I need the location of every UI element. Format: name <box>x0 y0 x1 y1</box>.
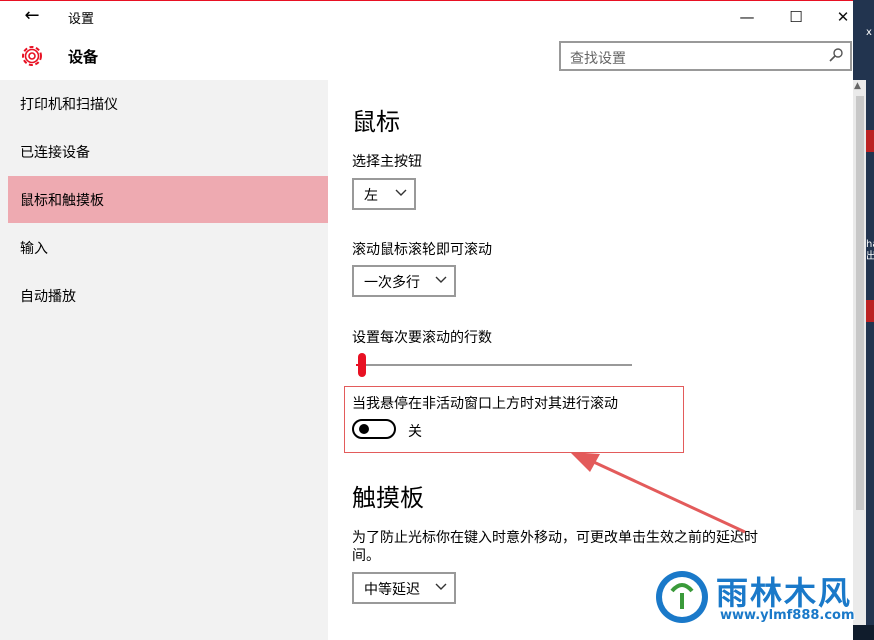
sidebar-item-printers[interactable]: 打印机和扫描仪 <box>8 80 328 127</box>
maximize-button[interactable]: ☐ <box>773 1 819 33</box>
dropdown-value: 左 <box>364 188 378 204</box>
wheel-scroll-dropdown[interactable]: 一次多行 <box>352 265 456 297</box>
settings-window: ← 设置 — ☐ ✕ 设备 查找设置 打印机和扫描仪 已连接设备 鼠标和触摸板 … <box>0 0 853 640</box>
search-placeholder: 查找设置 <box>570 51 626 67</box>
desktop-label: 出 <box>866 251 874 262</box>
search-icon[interactable] <box>828 47 844 63</box>
touchpad-delay-description-cont: 间。 <box>352 548 380 564</box>
lines-slider-track[interactable] <box>356 364 632 366</box>
sidebar-item-label: 已连接设备 <box>20 145 90 161</box>
scrollbar-thumb[interactable] <box>856 96 864 510</box>
lines-per-scroll-label: 设置每次要滚动的行数 <box>352 330 492 346</box>
dropdown-value: 一次多行 <box>364 275 420 291</box>
sidebar-item-label: 鼠标和触摸板 <box>20 193 104 209</box>
sidebar-item-label: 自动播放 <box>20 289 76 305</box>
title-bar: ← 设置 — ☐ ✕ <box>0 0 853 32</box>
sidebar-item-autoplay[interactable]: 自动播放 <box>8 272 328 319</box>
minimize-button[interactable]: — <box>724 1 770 33</box>
wheel-scroll-label: 滚动鼠标滚轮即可滚动 <box>352 242 492 258</box>
touchpad-delay-dropdown[interactable]: 中等延迟 <box>352 572 456 604</box>
watermark: 雨林木风 www.ylmf888.com <box>654 566 874 630</box>
primary-button-dropdown[interactable]: 左 <box>352 178 416 210</box>
sidebar-item-label: 打印机和扫描仪 <box>20 97 118 113</box>
gear-icon <box>22 46 42 66</box>
dropdown-value: 中等延迟 <box>364 582 420 598</box>
lines-slider-thumb[interactable] <box>357 353 366 377</box>
watermark-logo-icon <box>656 571 708 623</box>
sidebar-item-label: 输入 <box>20 241 48 257</box>
page-title: 设备 <box>68 48 99 66</box>
chevron-down-icon <box>435 583 447 590</box>
close-button[interactable]: ✕ <box>820 1 866 33</box>
search-input[interactable]: 查找设置 <box>559 41 852 71</box>
chevron-down-icon <box>435 276 447 283</box>
sidebar-item-mouse-touchpad[interactable]: 鼠标和触摸板 <box>8 176 328 223</box>
touchpad-heading: 触摸板 <box>352 484 424 512</box>
mouse-heading: 鼠标 <box>352 108 400 136</box>
watermark-url: www.ylmf888.com <box>720 608 855 623</box>
primary-button-label: 选择主按钮 <box>352 154 422 170</box>
desktop-label: x <box>866 27 872 38</box>
sidebar-item-typing[interactable]: 输入 <box>8 224 328 271</box>
sidebar-item-connected-devices[interactable]: 已连接设备 <box>8 128 328 175</box>
back-arrow-icon[interactable]: ← <box>20 7 44 27</box>
window-title: 设置 <box>68 12 95 27</box>
scroll-up-icon[interactable]: ▲ <box>854 81 861 91</box>
annotation-highlight-box <box>344 386 684 453</box>
touchpad-delay-description: 为了防止光标你在键入时意外移动，可更改单击生效之前的延迟时 <box>352 530 758 546</box>
chevron-down-icon <box>395 189 407 196</box>
